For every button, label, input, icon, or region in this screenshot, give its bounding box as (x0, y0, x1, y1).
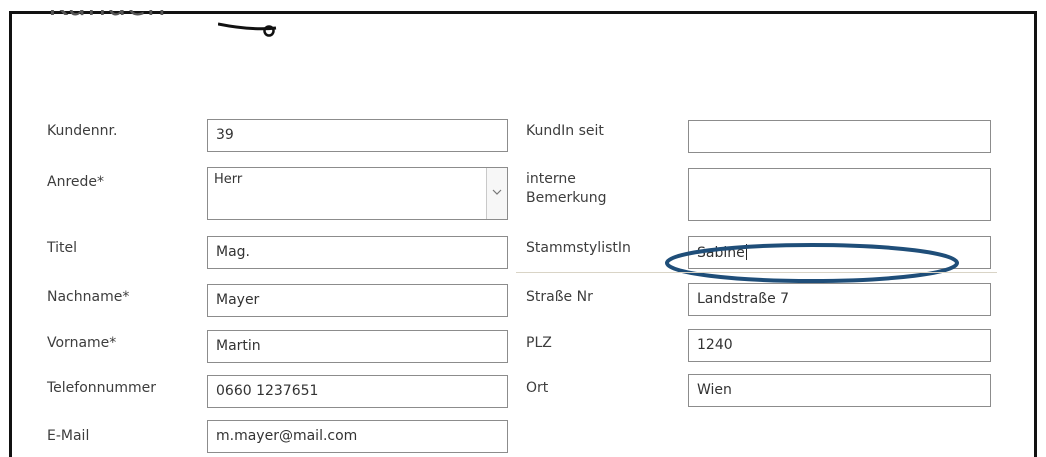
anrede-select[interactable]: Herr (207, 167, 508, 220)
label-kundin-seit: KundIn seit (526, 123, 604, 139)
vorname-field[interactable]: Martin (207, 330, 508, 363)
plz-field[interactable]: 1240 (688, 329, 991, 362)
section-divider (516, 272, 997, 273)
kundin-seit-field[interactable] (688, 120, 991, 153)
highlight-ellipse (665, 243, 959, 283)
label-strasse: Straße Nr (526, 289, 593, 305)
ort-field[interactable]: Wien (688, 374, 991, 407)
label-email: E-Mail (47, 428, 90, 444)
label-vorname: Vorname* (47, 335, 117, 351)
label-nachname: Nachname* (47, 289, 130, 305)
label-interne-line1: interne (526, 171, 576, 187)
email-field[interactable]: m.mayer@mail.com (207, 420, 508, 453)
label-interne-line2: Bemerkung (526, 190, 607, 206)
window-title: Kunden (48, 10, 178, 23)
hook-icon (218, 22, 277, 37)
label-kundennr: Kundennr. (47, 123, 118, 139)
label-ort: Ort (526, 380, 549, 396)
anrede-selected-value: Herr (214, 172, 243, 187)
nachname-field[interactable]: Mayer (207, 284, 508, 317)
chevron-down-icon (492, 189, 502, 195)
label-stammstylistin: StammstylistIn (526, 240, 631, 256)
form-window: Kunden Kundennr. 39 Anrede* Herr Titel M… (9, 10, 1037, 457)
label-plz: PLZ (526, 335, 552, 351)
select-arrow-button[interactable] (486, 168, 507, 219)
titel-field[interactable]: Mag. (207, 236, 508, 269)
kundennr-field[interactable]: 39 (207, 119, 508, 152)
label-telefonnummer: Telefonnummer (47, 380, 157, 396)
label-titel: Titel (47, 240, 78, 256)
label-anrede: Anrede* (47, 174, 105, 190)
telefonnummer-field[interactable]: 0660 1237651 (207, 375, 508, 408)
strasse-field[interactable]: Landstraße 7 (688, 283, 991, 316)
interne-bemerkung-field[interactable] (688, 168, 991, 221)
window-title-fragment: Kunden (48, 10, 178, 32)
